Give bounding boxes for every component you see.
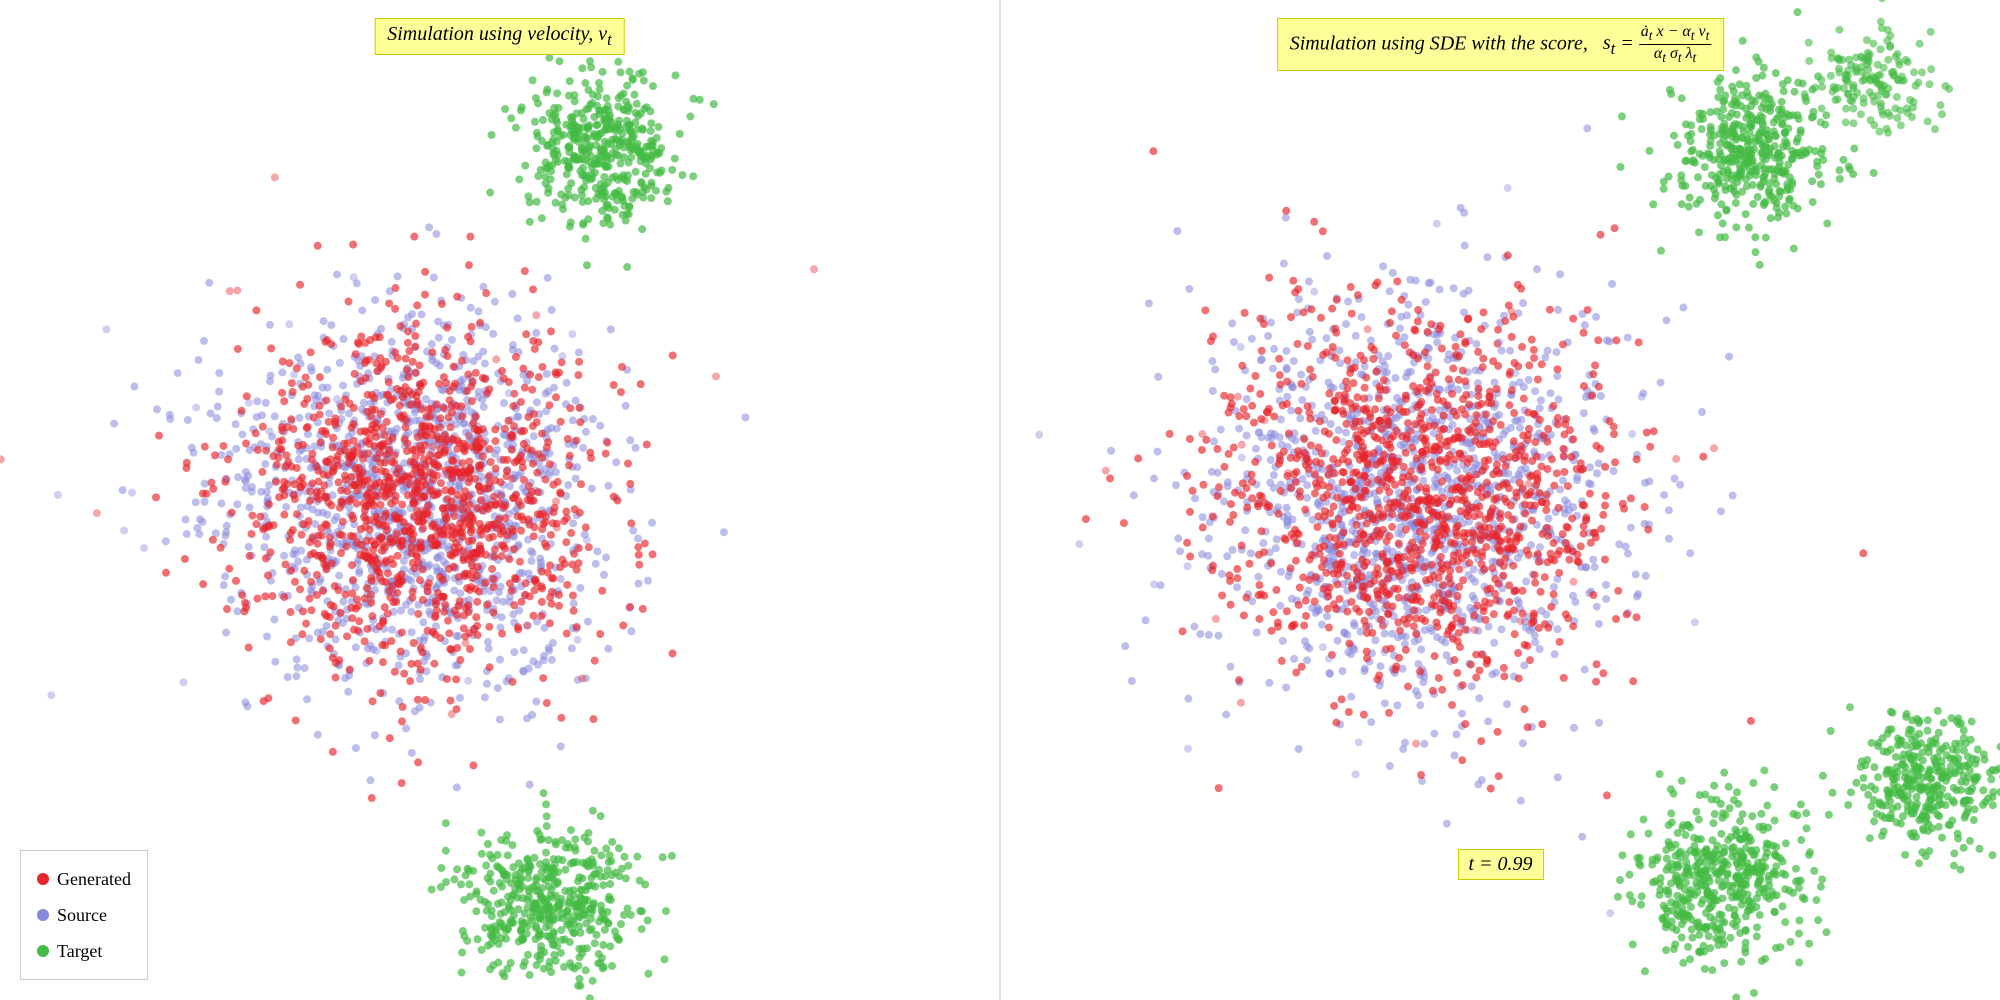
legend-item-generated: Generated	[37, 861, 131, 897]
panel-left: Simulation using velocity, vt Generated …	[0, 0, 999, 1000]
legend-label-generated: Generated	[57, 861, 131, 897]
legend: Generated Source Target	[20, 850, 148, 980]
panel-right: Simulation using SDE with the score, st …	[1001, 0, 2000, 1000]
scatter-plot-left	[0, 0, 999, 1000]
legend-dot-source	[37, 909, 49, 921]
panel-left-title: Simulation using velocity, vt	[374, 18, 625, 55]
legend-item-target: Target	[37, 933, 131, 969]
main-container: Simulation using velocity, vt Generated …	[0, 0, 2000, 1000]
panel-right-title: Simulation using SDE with the score, st …	[1277, 18, 1725, 71]
legend-item-source: Source	[37, 897, 131, 933]
legend-label-source: Source	[57, 897, 107, 933]
legend-dot-target	[37, 945, 49, 957]
legend-dot-generated	[37, 873, 49, 885]
legend-label-target: Target	[57, 933, 102, 969]
t-value-label: t = 0.99	[1457, 849, 1543, 880]
